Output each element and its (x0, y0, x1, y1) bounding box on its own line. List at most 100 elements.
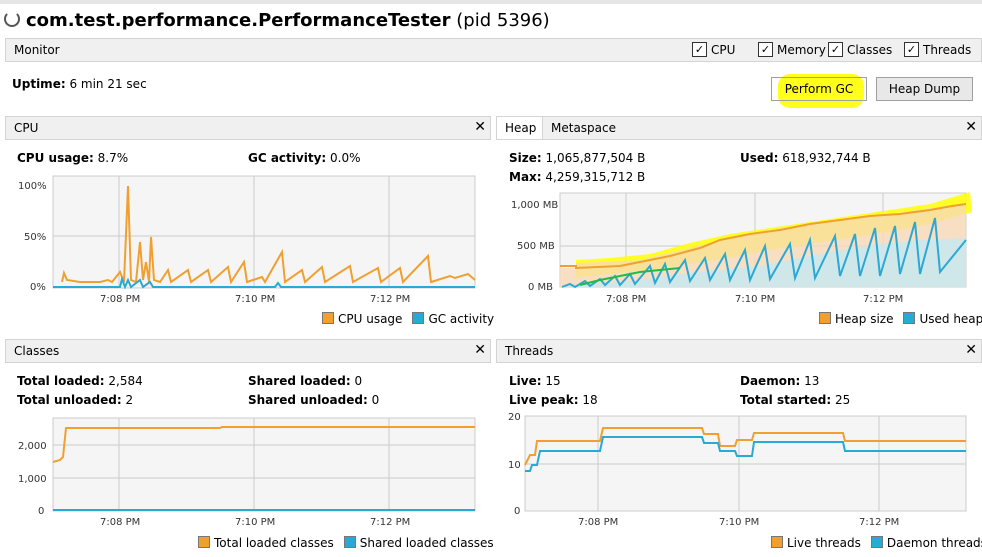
daemon-label: Daemon: (740, 374, 801, 388)
total-loaded-label: Total loaded: (17, 374, 105, 388)
total-loaded: Total loaded: 2,584 (17, 374, 143, 388)
total-unloaded-label: Total unloaded: (17, 393, 122, 407)
legend-label: Total loaded classes (214, 536, 334, 550)
classes-checkbox-label: Classes (847, 42, 893, 57)
x-tick: 7:12 PM (370, 294, 410, 305)
total-unloaded: Total unloaded: 2 (17, 393, 133, 407)
threads-checkbox[interactable]: ✓ Threads (904, 42, 971, 57)
cpu-checkbox[interactable]: ✓ CPU (692, 42, 735, 57)
legend-label: Live threads (787, 536, 861, 550)
daemon-threads: Daemon: 13 (740, 374, 819, 388)
heap-legend: Heap size Used heap (819, 312, 982, 326)
monitor-bar: Monitor ✓ CPU ✓ Memory ✓ Classes ✓ Threads (5, 38, 982, 62)
total-started: Total started: 25 (740, 393, 850, 407)
threads-checkbox-label: Threads (923, 42, 972, 57)
threads-panel-header: Threads ✕ (496, 339, 982, 363)
x-tick: 7:12 PM (863, 294, 903, 305)
classes-panel-header: Classes ✕ (5, 339, 491, 363)
total-unloaded-value: 2 (125, 393, 134, 407)
x-tick: 7:10 PM (235, 517, 275, 528)
page-title: com.test.performance.PerformanceTester (… (4, 10, 550, 31)
perform-gc-button[interactable]: Perform GC (771, 77, 867, 101)
shared-unloaded-value: 0 (371, 393, 380, 407)
cpu-panel-header: CPU ✕ (5, 116, 491, 140)
legend-item: Total loaded classes (198, 536, 334, 550)
y-tick: 500 MB (517, 241, 555, 252)
classes-chart-area (52, 417, 476, 512)
legend-item: Heap size (819, 312, 893, 326)
cpu-checkbox-label: CPU (711, 42, 736, 57)
y-tick: 50% (24, 232, 46, 243)
legend-item: Used heap (903, 312, 982, 326)
heap-size-label: Size: (509, 151, 542, 165)
cpu-usage: CPU usage: 8.7% (17, 151, 128, 165)
heap-size-value: 1,065,877,504 B (545, 151, 646, 165)
heap-panel-header: Heap Metaspace ✕ (496, 116, 982, 140)
close-icon[interactable]: ✕ (474, 119, 486, 135)
x-tick: 7:10 PM (735, 294, 775, 305)
close-icon[interactable]: ✕ (965, 119, 977, 135)
x-tick: 7:10 PM (719, 517, 759, 528)
legend-label: Heap size (835, 312, 894, 326)
y-tick: 0 MB (528, 282, 553, 293)
classes-checkbox[interactable]: ✓ Classes (828, 42, 892, 57)
close-icon[interactable]: ✕ (965, 342, 977, 358)
y-tick: 100% (18, 181, 47, 192)
heap-max: Max: 4,259,315,712 B (509, 170, 645, 184)
tab-heap[interactable]: Heap (497, 117, 543, 139)
gc-activity-value: 0.0% (330, 151, 361, 165)
swatch (903, 312, 916, 324)
legend-label: Used heap (919, 312, 982, 326)
x-tick: 7:08 PM (100, 294, 140, 305)
live-label: Live: (509, 374, 542, 388)
y-tick: 0 (514, 506, 520, 517)
legend-label: Shared loaded classes (359, 536, 494, 550)
tab-heap-label: Heap (505, 121, 537, 135)
gc-activity-label: GC activity: (248, 151, 327, 165)
cpu-legend: CPU usage GC activity (322, 312, 494, 326)
cpu-chart: 100% 50% 0% 7:08 PM 7:10 PM 7:12 PM (18, 175, 476, 305)
live-peak-label: Live peak: (509, 393, 579, 407)
check-icon: ✓ (758, 42, 773, 57)
legend-item: GC activity (412, 312, 494, 326)
classes-panel-title: Classes (14, 344, 60, 358)
y-tick: 2,000 (18, 441, 47, 452)
tab-metaspace[interactable]: Metaspace (551, 121, 616, 135)
x-tick: 7:12 PM (370, 517, 410, 528)
memory-checkbox[interactable]: ✓ Memory (758, 42, 826, 57)
live-peak-value: 18 (582, 393, 598, 407)
live-value: 15 (545, 374, 561, 388)
total-started-label: Total started: (740, 393, 832, 407)
classes-chart: 2,000 1,000 0 7:08 PM 7:10 PM 7:12 PM (18, 417, 476, 528)
daemon-value: 13 (804, 374, 820, 388)
shared-loaded-label: Shared loaded: (248, 374, 351, 388)
legend-item: Shared loaded classes (343, 536, 494, 550)
heap-used-value: 618,932,744 B (782, 151, 871, 165)
x-tick: 7:08 PM (578, 517, 618, 528)
x-tick: 7:08 PM (606, 294, 646, 305)
shared-unloaded: Shared unloaded: 0 (248, 393, 379, 407)
live-peak: Live peak: 18 (509, 393, 598, 407)
heap-used-label: Used: (740, 151, 779, 165)
process-name: com.test.performance.PerformanceTester (26, 10, 451, 31)
close-icon[interactable]: ✕ (474, 342, 486, 358)
threads-legend: Live threads Daemon threads (771, 536, 982, 550)
gc-activity: GC activity: 0.0% (248, 151, 361, 165)
y-tick: 20 (508, 412, 521, 423)
x-tick: 7:10 PM (235, 294, 275, 305)
uptime: Uptime: 6 min 21 sec (12, 77, 147, 91)
heap-dump-button[interactable]: Heap Dump (876, 77, 973, 101)
threads-chart: 20 10 0 7:08 PM 7:10 PM 7:12 PM (508, 412, 967, 528)
process-pid: (pid 5396) (456, 10, 550, 31)
swatch (771, 536, 783, 548)
live-threads: Live: 15 (509, 374, 561, 388)
uptime-value: 6 min 21 sec (69, 77, 147, 91)
check-icon: ✓ (904, 42, 919, 57)
shared-unloaded-label: Shared unloaded: (248, 393, 368, 407)
x-tick: 7:12 PM (859, 517, 899, 528)
cpu-chart-area (52, 175, 476, 289)
cpu-panel-title: CPU (14, 121, 39, 135)
memory-checkbox-label: Memory (777, 42, 826, 57)
monitor-label: Monitor (14, 43, 60, 57)
heap-used: Used: 618,932,744 B (740, 151, 871, 165)
